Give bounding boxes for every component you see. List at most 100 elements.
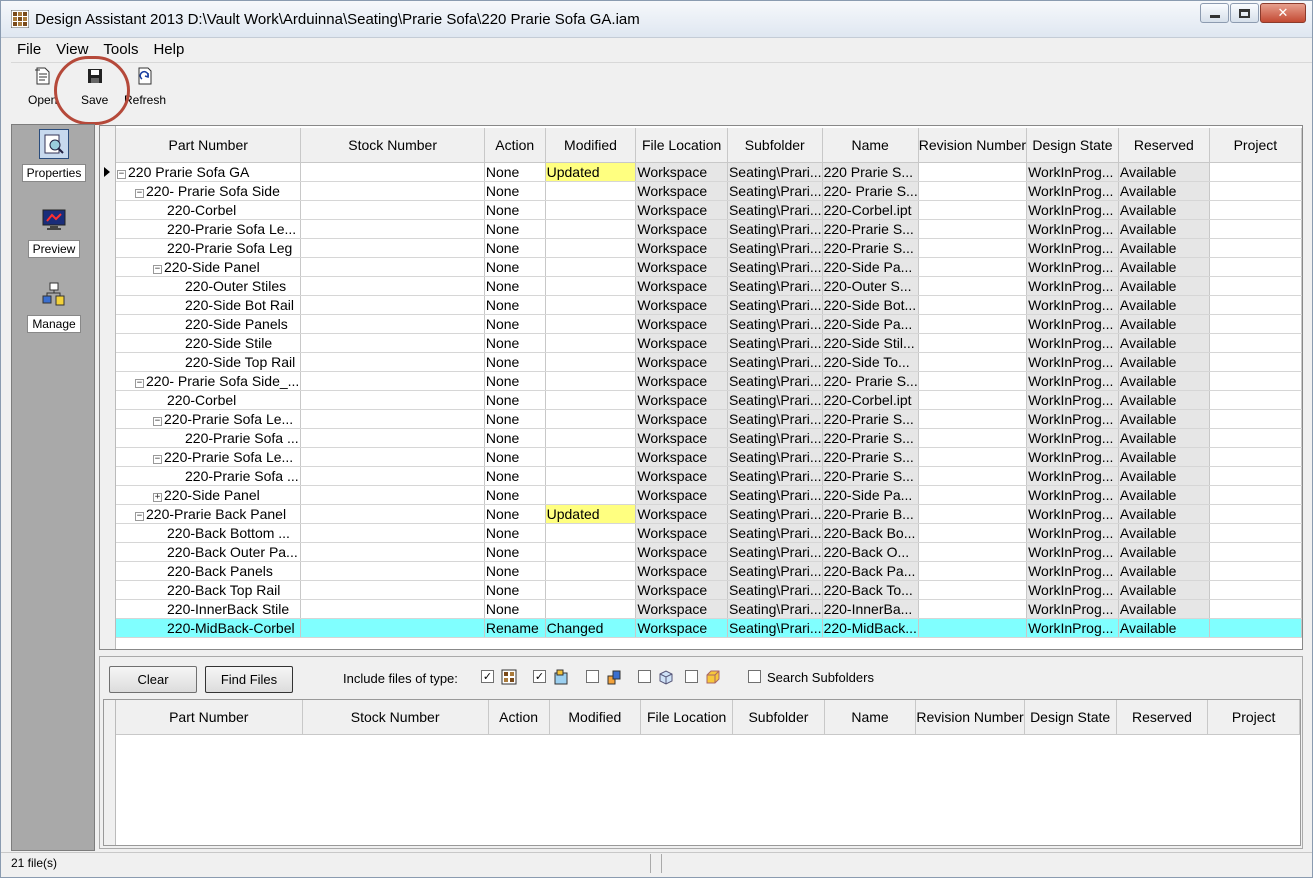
stock-number-cell[interactable] [300, 371, 485, 391]
action-cell[interactable]: None [484, 257, 546, 277]
revision-number-cell[interactable] [918, 409, 1028, 429]
file-location-cell[interactable]: Workspace [635, 314, 728, 334]
name-cell[interactable]: 220-Back O... [822, 542, 919, 562]
design-state-cell[interactable]: WorkInProg... [1026, 162, 1119, 182]
subfolder-cell[interactable]: Seating\Prari... [727, 561, 823, 581]
project-cell[interactable] [1209, 523, 1302, 543]
modified-cell[interactable] [545, 314, 637, 334]
project-cell[interactable] [1209, 485, 1302, 505]
revision-number-cell[interactable] [918, 276, 1028, 296]
name-cell[interactable]: 220-Prarie S... [822, 238, 919, 258]
subfolder-cell[interactable]: Seating\Prari... [727, 200, 823, 220]
find-files-button[interactable]: Find Files [205, 666, 293, 693]
name-cell[interactable]: 220-InnerBa... [822, 599, 919, 619]
name-cell[interactable]: 220-Corbel.ipt [822, 390, 919, 410]
design-state-cell[interactable]: WorkInProg... [1026, 447, 1119, 467]
table-row[interactable]: −220 Prarie Sofa GA None Updated Workspace S… [116, 162, 1302, 182]
reserved-cell[interactable]: Available [1118, 504, 1210, 524]
design-state-cell[interactable]: WorkInProg... [1026, 523, 1119, 543]
project-cell[interactable] [1209, 561, 1302, 581]
part-number-cell[interactable]: 220-Back Outer Pa... [116, 542, 302, 562]
table-row[interactable]: 220-Prarie Sofa ... None Workspace Seating\… [116, 428, 1302, 448]
reserved-cell[interactable]: Available [1118, 257, 1210, 277]
project-cell[interactable] [1209, 504, 1302, 524]
project-cell[interactable] [1209, 219, 1302, 239]
design-state-cell[interactable]: WorkInProg... [1026, 599, 1119, 619]
design-state-cell[interactable]: WorkInProg... [1026, 276, 1119, 296]
stock-number-cell[interactable] [300, 447, 485, 467]
tree-expand-icon[interactable]: + [153, 492, 162, 502]
refresh-button[interactable]: Refresh [124, 67, 166, 107]
revision-number-cell[interactable] [918, 200, 1028, 220]
reserved-cell[interactable]: Available [1118, 390, 1210, 410]
project-cell[interactable] [1209, 466, 1302, 486]
name-cell[interactable]: 220-Prarie S... [822, 219, 919, 239]
reserved-cell[interactable]: Available [1118, 599, 1210, 619]
revision-number-cell[interactable] [918, 618, 1028, 638]
file-location-cell[interactable]: Workspace [635, 409, 728, 429]
name-cell[interactable]: 220-Side Pa... [822, 485, 919, 505]
action-cell[interactable]: None [484, 333, 546, 353]
action-cell[interactable]: None [484, 542, 546, 562]
table-row[interactable]: −220- Prarie Sofa Side_... None Workspace S… [116, 371, 1302, 391]
design-state-cell[interactable]: WorkInProg... [1026, 618, 1119, 638]
reserved-cell[interactable]: Available [1118, 371, 1210, 391]
file-location-cell[interactable]: Workspace [635, 181, 728, 201]
part-number-cell[interactable]: 220-Prarie Sofa ... [116, 466, 302, 486]
column-header[interactable]: Design State [1024, 700, 1117, 735]
project-cell[interactable] [1209, 333, 1302, 353]
design-state-cell[interactable]: WorkInProg... [1026, 352, 1119, 372]
column-header[interactable]: Modified [545, 128, 637, 163]
stock-number-cell[interactable] [300, 257, 485, 277]
project-cell[interactable] [1209, 257, 1302, 277]
part-number-cell[interactable]: −220- Prarie Sofa Side [116, 181, 302, 201]
design-state-cell[interactable]: WorkInProg... [1026, 371, 1119, 391]
project-cell[interactable] [1209, 276, 1302, 296]
file-location-cell[interactable]: Workspace [635, 599, 728, 619]
table-row[interactable]: 220-Outer Stiles None Workspace Seating\Pra… [116, 276, 1302, 296]
column-header[interactable]: Action [484, 128, 546, 163]
menu-help[interactable]: Help [153, 38, 184, 61]
tree-collapse-icon[interactable]: − [153, 264, 162, 274]
name-cell[interactable]: 220-Side To... [822, 352, 919, 372]
revision-number-cell[interactable] [918, 542, 1028, 562]
column-header[interactable]: Name [822, 128, 919, 163]
revision-number-cell[interactable] [918, 523, 1028, 543]
project-cell[interactable] [1209, 181, 1302, 201]
revision-number-cell[interactable] [918, 466, 1028, 486]
name-cell[interactable]: 220-MidBack... [822, 618, 919, 638]
revision-number-cell[interactable] [918, 219, 1028, 239]
design-state-cell[interactable]: WorkInProg... [1026, 219, 1119, 239]
subfolder-cell[interactable]: Seating\Prari... [727, 409, 823, 429]
file-location-cell[interactable]: Workspace [635, 504, 728, 524]
file-location-cell[interactable]: Workspace [635, 580, 728, 600]
column-header[interactable]: Reserved [1118, 128, 1210, 163]
reserved-cell[interactable]: Available [1118, 428, 1210, 448]
subfolder-cell[interactable]: Seating\Prari... [727, 447, 823, 467]
revision-number-cell[interactable] [918, 447, 1028, 467]
revision-number-cell[interactable] [918, 333, 1028, 353]
name-cell[interactable]: 220-Corbel.ipt [822, 200, 919, 220]
part-number-cell[interactable]: 220-Back Panels [116, 561, 302, 581]
subfolder-cell[interactable]: Seating\Prari... [727, 352, 823, 372]
name-cell[interactable]: 220 Prarie S... [822, 162, 919, 182]
design-state-cell[interactable]: WorkInProg... [1026, 257, 1119, 277]
design-state-cell[interactable]: WorkInProg... [1026, 561, 1119, 581]
modified-cell[interactable]: Updated [545, 162, 637, 182]
nav-manage[interactable]: Manage [12, 280, 96, 333]
revision-number-cell[interactable] [918, 428, 1028, 448]
close-button[interactable]: ✕ [1260, 3, 1306, 23]
reserved-cell[interactable]: Available [1118, 485, 1210, 505]
modified-cell[interactable] [545, 409, 637, 429]
stock-number-cell[interactable] [300, 333, 485, 353]
file-location-cell[interactable]: Workspace [635, 276, 728, 296]
reserved-cell[interactable]: Available [1118, 523, 1210, 543]
stock-number-cell[interactable] [300, 295, 485, 315]
design-state-cell[interactable]: WorkInProg... [1026, 542, 1119, 562]
action-cell[interactable]: None [484, 504, 546, 524]
name-cell[interactable]: 220-Back Bo... [822, 523, 919, 543]
subfolder-cell[interactable]: Seating\Prari... [727, 580, 823, 600]
design-state-cell[interactable]: WorkInProg... [1026, 504, 1119, 524]
part-number-cell[interactable]: 220-Back Top Rail [116, 580, 302, 600]
subfolder-cell[interactable]: Seating\Prari... [727, 390, 823, 410]
